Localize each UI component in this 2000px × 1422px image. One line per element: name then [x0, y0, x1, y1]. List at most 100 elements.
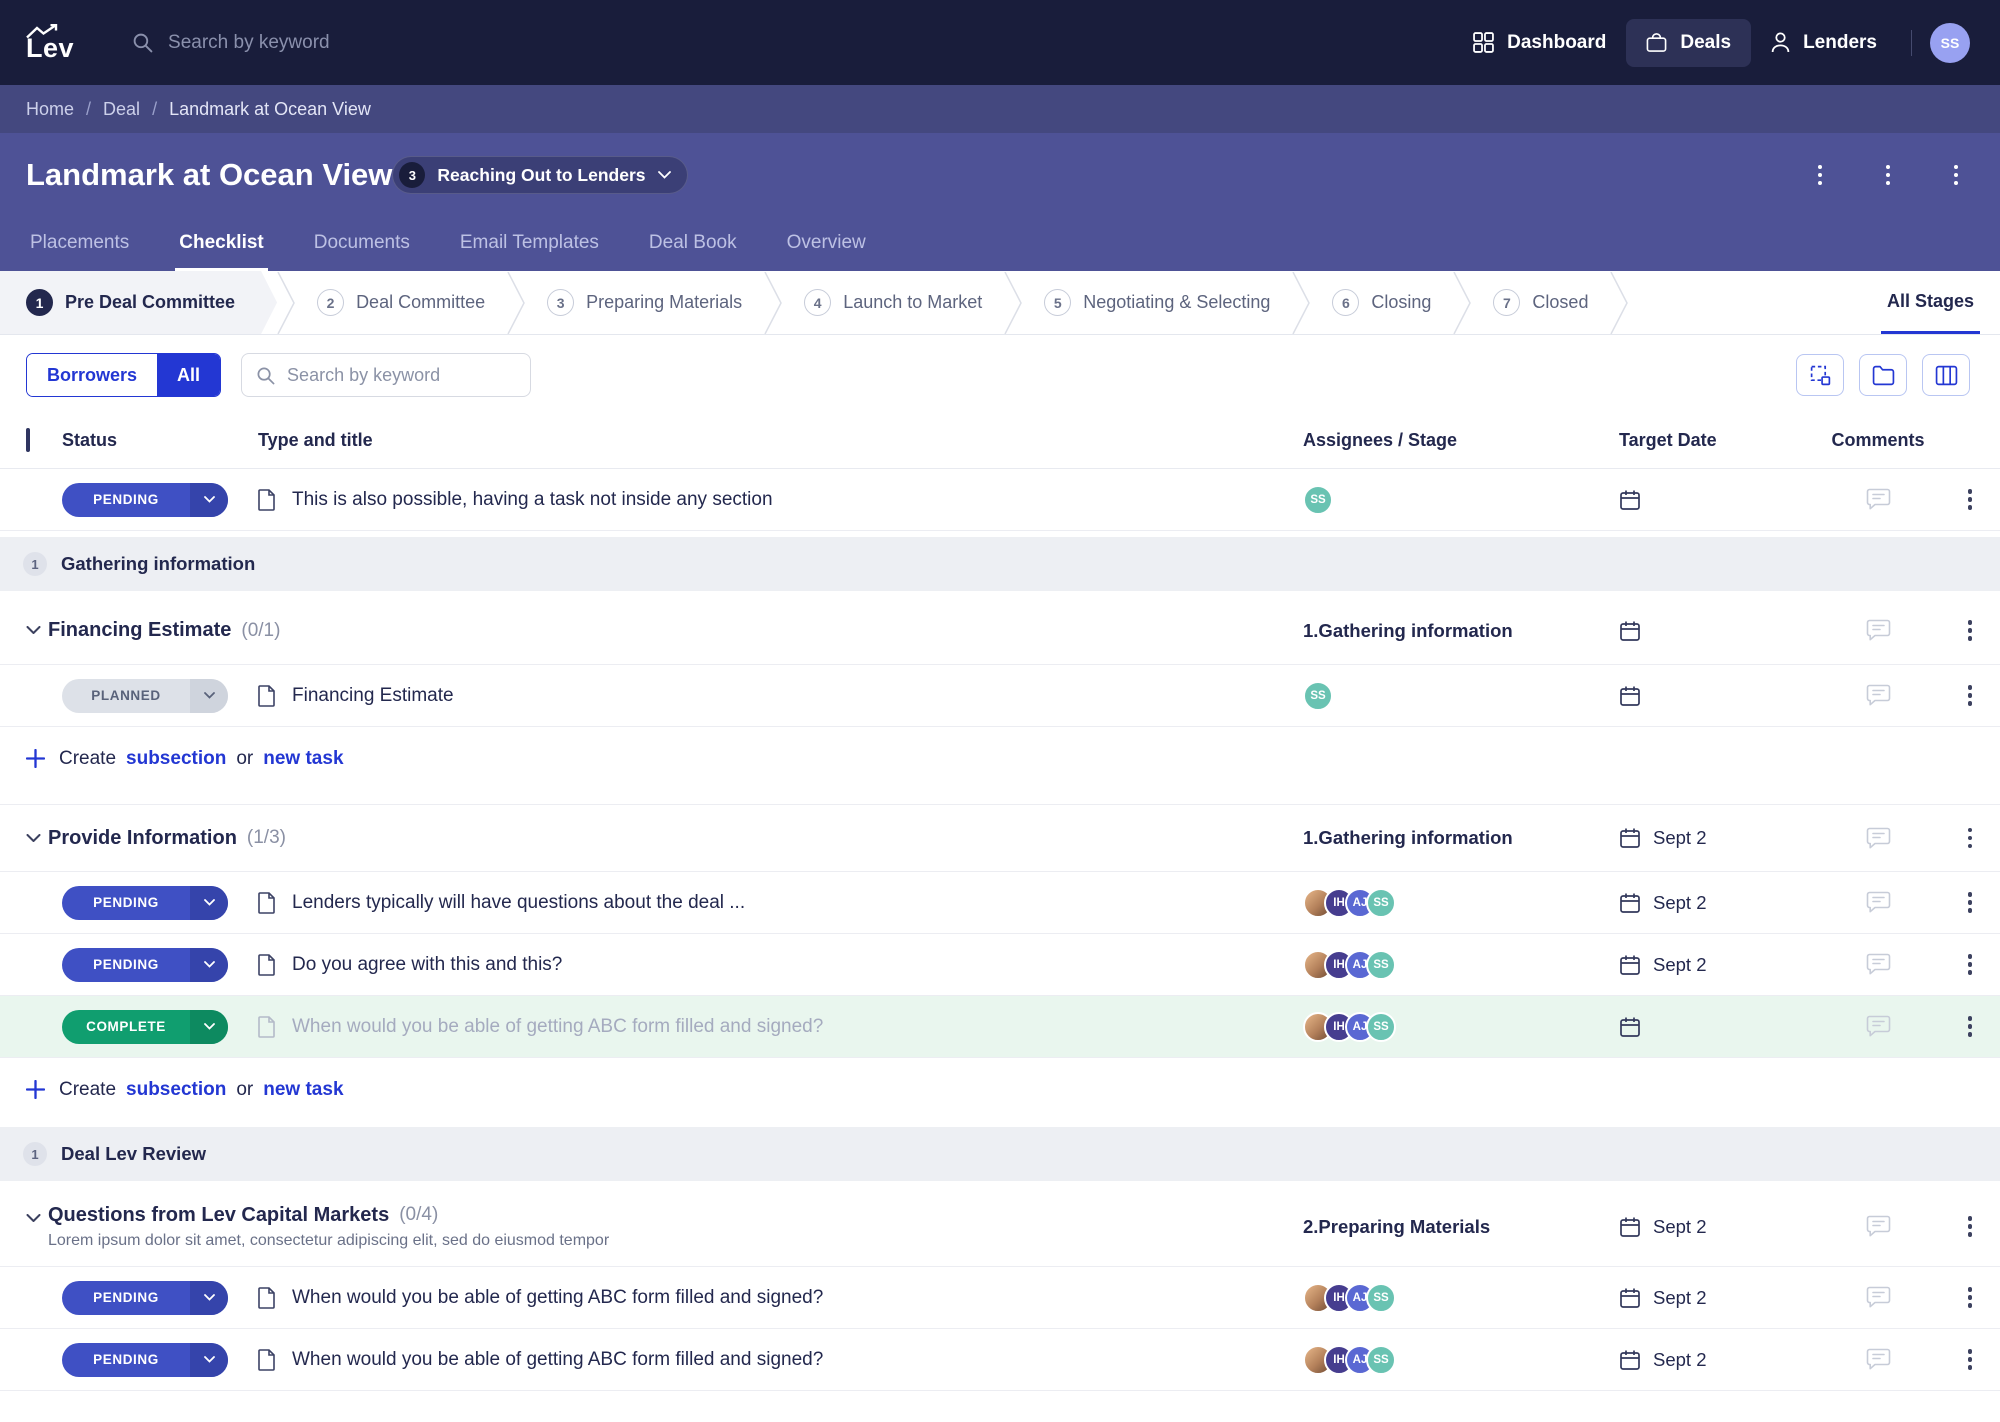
status-badge[interactable]: PENDING: [62, 1281, 228, 1315]
stepper-step-deal-committee[interactable]: 2 Deal Committee: [295, 271, 507, 334]
comment-icon[interactable]: [1866, 953, 1891, 976]
plus-icon[interactable]: [26, 749, 45, 768]
status-label: PENDING: [62, 1290, 190, 1305]
comment-icon[interactable]: [1866, 891, 1891, 914]
calendar-icon[interactable]: [1619, 827, 1641, 849]
subsection-title[interactable]: Provide Information: [48, 827, 237, 850]
task-title[interactable]: When would you be able of getting ABC fo…: [292, 1349, 823, 1371]
status-badge[interactable]: COMPLETE: [62, 1010, 228, 1044]
comment-icon[interactable]: [1866, 488, 1891, 511]
comment-icon[interactable]: [1866, 827, 1891, 850]
plus-icon[interactable]: [26, 1080, 45, 1099]
calendar-icon[interactable]: [1619, 892, 1641, 914]
calendar-icon[interactable]: [1619, 685, 1641, 707]
create-new-task-link[interactable]: new task: [263, 748, 343, 770]
breadcrumb-home[interactable]: Home: [26, 99, 74, 120]
comment-icon[interactable]: [1866, 684, 1891, 707]
document-icon: [258, 1349, 276, 1371]
step-label: Launch to Market: [843, 292, 982, 313]
breadcrumb-separator: /: [86, 99, 91, 120]
assignee-avatars: IH AJ SS: [1303, 1012, 1396, 1042]
comment-icon[interactable]: [1866, 1015, 1891, 1038]
breadcrumb: Home / Deal / Landmark at Ocean View: [0, 85, 2000, 133]
nav-item-dashboard[interactable]: Dashboard: [1453, 19, 1626, 67]
deal-stage-dropdown[interactable]: 3 Reaching Out to Lenders: [392, 156, 687, 194]
lev-logo[interactable]: Lev: [26, 24, 74, 62]
row-kebab-menu[interactable]: [1956, 1284, 1984, 1312]
task-title[interactable]: Financing Estimate: [292, 685, 454, 707]
subsection-progress: (1/3): [247, 827, 286, 849]
nav-item-deals[interactable]: Deals: [1626, 19, 1751, 67]
calendar-icon[interactable]: [1619, 1349, 1641, 1371]
segment-all-button[interactable]: All: [157, 354, 220, 396]
tab-email-templates[interactable]: Email Templates: [456, 217, 603, 271]
nav-item-lenders[interactable]: Lenders: [1751, 19, 1897, 67]
header-kebab-menu-2[interactable]: [1874, 161, 1902, 189]
row-kebab-menu[interactable]: [1956, 1213, 1984, 1241]
avatar-ss: SS: [1303, 681, 1333, 711]
global-search-input[interactable]: [166, 31, 586, 55]
breadcrumb-deal[interactable]: Deal: [103, 99, 140, 120]
status-badge[interactable]: PLANNED: [62, 679, 228, 713]
comment-icon[interactable]: [1866, 1348, 1891, 1371]
segment-borrowers-button[interactable]: Borrowers: [27, 354, 157, 396]
status-badge[interactable]: PENDING: [62, 1343, 228, 1377]
task-title[interactable]: When would you be able of getting ABC fo…: [292, 1016, 823, 1038]
header-kebab-menu-1[interactable]: [1806, 161, 1834, 189]
calendar-icon[interactable]: [1619, 954, 1641, 976]
table-view-button[interactable]: [1922, 354, 1970, 396]
tab-documents[interactable]: Documents: [310, 217, 414, 271]
stepper-step-negotiating-selecting[interactable]: 5 Negotiating & Selecting: [1022, 271, 1292, 334]
status-badge[interactable]: PENDING: [62, 483, 228, 517]
task-title[interactable]: Do you agree with this and this?: [292, 954, 562, 976]
tab-deal-book[interactable]: Deal Book: [645, 217, 741, 271]
row-kebab-menu[interactable]: [1956, 889, 1984, 917]
person-icon: [1771, 32, 1790, 53]
all-stages-filter[interactable]: All Stages: [1881, 271, 1980, 334]
subsection-title[interactable]: Questions from Lev Capital Markets: [48, 1204, 389, 1227]
task-title[interactable]: This is also possible, having a task not…: [292, 489, 773, 511]
calendar-icon[interactable]: [1619, 620, 1641, 642]
subsection-title[interactable]: Financing Estimate: [48, 619, 231, 642]
header-kebab-menu-3[interactable]: [1942, 161, 1970, 189]
comment-icon[interactable]: [1866, 619, 1891, 642]
tab-overview[interactable]: Overview: [783, 217, 870, 271]
tab-checklist[interactable]: Checklist: [175, 217, 267, 271]
create-text: Create: [59, 1079, 116, 1101]
collapse-caret-icon[interactable]: [26, 834, 48, 843]
calendar-icon[interactable]: [1619, 1016, 1641, 1038]
create-subsection-link[interactable]: subsection: [126, 748, 226, 770]
row-kebab-menu[interactable]: [1956, 1013, 1984, 1041]
stepper-step-preparing-materials[interactable]: 3 Preparing Materials: [525, 271, 764, 334]
row-kebab-menu[interactable]: [1956, 486, 1984, 514]
assignee-avatars: IH AJ SS: [1303, 1283, 1396, 1313]
create-subsection-link[interactable]: subsection: [126, 1079, 226, 1101]
calendar-icon[interactable]: [1619, 1287, 1641, 1309]
create-new-task-link[interactable]: new task: [263, 1079, 343, 1101]
user-avatar[interactable]: SS: [1930, 23, 1970, 63]
comment-icon[interactable]: [1866, 1286, 1891, 1309]
folder-button[interactable]: [1859, 354, 1907, 396]
task-title[interactable]: When would you be able of getting ABC fo…: [292, 1287, 823, 1309]
task-title[interactable]: Lenders typically will have questions ab…: [292, 892, 745, 914]
row-kebab-menu[interactable]: [1956, 1346, 1984, 1374]
row-kebab-menu[interactable]: [1956, 951, 1984, 979]
collapse-caret-icon[interactable]: [26, 626, 48, 635]
row-kebab-menu[interactable]: [1956, 682, 1984, 710]
status-badge[interactable]: PENDING: [62, 948, 228, 982]
stepper-step-closing[interactable]: 6 Closing: [1310, 271, 1453, 334]
row-kebab-menu[interactable]: [1956, 617, 1984, 645]
calendar-icon[interactable]: [1619, 489, 1641, 511]
stepper-step-pre-deal-committee[interactable]: 1 Pre Deal Committee: [0, 271, 277, 334]
bulk-select-button[interactable]: [1796, 354, 1844, 396]
checklist-search-input[interactable]: [285, 364, 516, 387]
stepper-step-launch-to-market[interactable]: 4 Launch to Market: [782, 271, 1004, 334]
tab-placements[interactable]: Placements: [26, 217, 133, 271]
row-kebab-menu[interactable]: [1956, 824, 1984, 852]
calendar-icon[interactable]: [1619, 1216, 1641, 1238]
status-badge[interactable]: PENDING: [62, 886, 228, 920]
select-all-checkbox[interactable]: [26, 428, 30, 452]
comment-icon[interactable]: [1866, 1215, 1891, 1238]
stepper-step-closed[interactable]: 7 Closed: [1471, 271, 1610, 334]
collapse-caret-icon[interactable]: [26, 1214, 48, 1223]
